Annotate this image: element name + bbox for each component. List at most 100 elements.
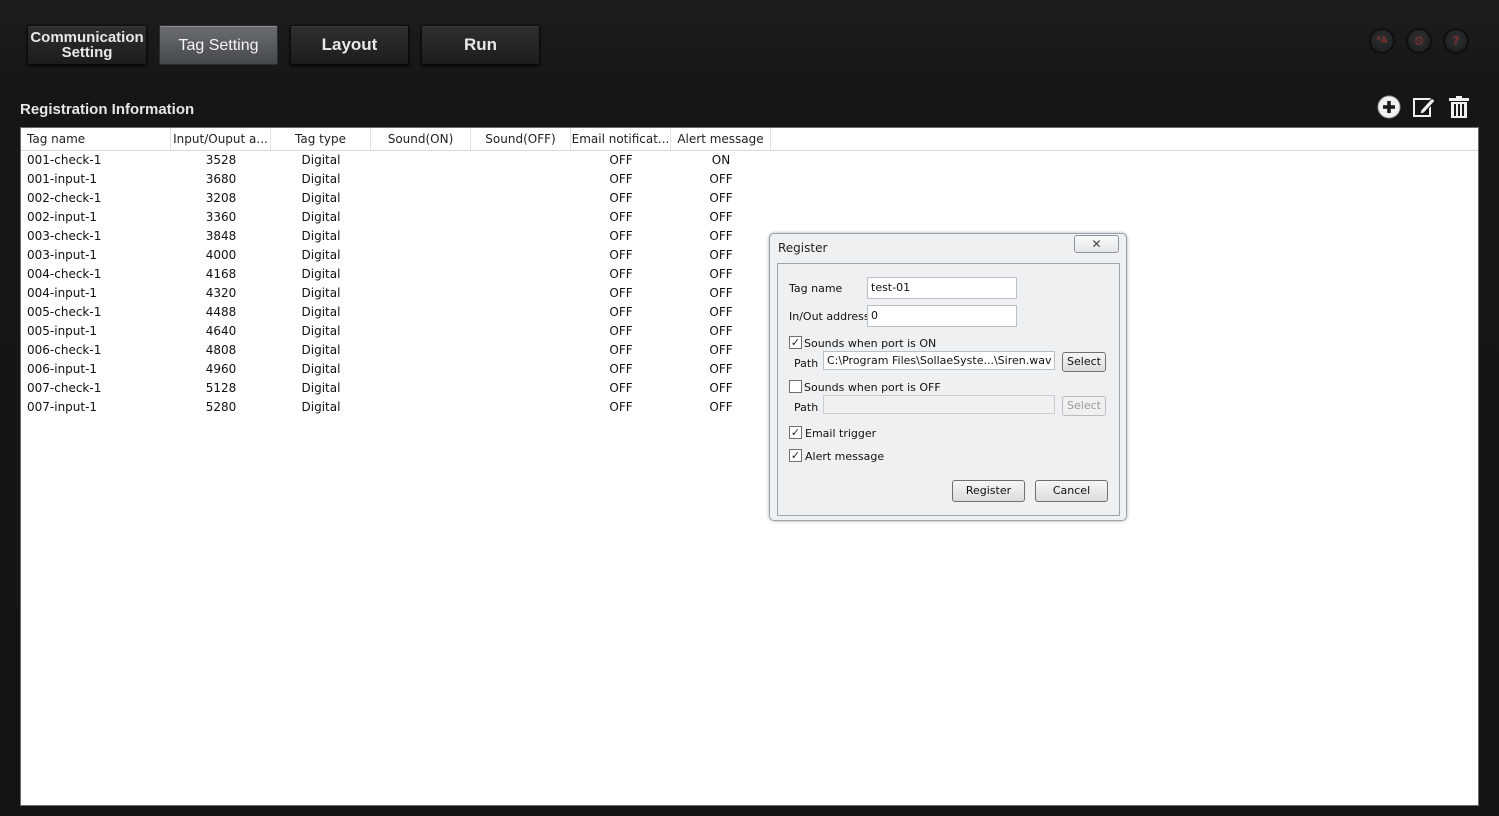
edit-icon[interactable] [1411,94,1437,120]
cell-tag-name: 006-check-1 [27,343,102,357]
address-input[interactable]: 0 [867,305,1017,327]
cell-tag-name: 002-input-1 [27,210,98,224]
add-icon[interactable] [1376,94,1402,120]
sound-off-path-input[interactable] [823,395,1055,414]
check-mark-icon: ✓ [790,336,801,349]
check-mark-icon: ✓ [790,449,801,462]
layout-label: Layout [321,35,378,54]
tag-setting-tab[interactable]: Tag Setting [159,25,278,65]
cancel-button[interactable]: Cancel [1035,480,1108,502]
column-header-io-address[interactable]: Input/Ouput a... [171,128,271,150]
cell-alert-message: OFF [709,305,733,319]
cell-sound-off [471,379,571,398]
cell-tag-name: 005-input-1 [27,324,98,338]
cell-sound-on [371,265,471,284]
cell-sound-off [471,265,571,284]
cell-sound-on [371,284,471,303]
cell-sound-on [371,227,471,246]
column-header-alert-message[interactable]: Alert message [671,128,771,150]
table-row[interactable]: 004-input-1 4320 Digital OFF OFF [21,284,1478,303]
help-icon-glyph: ? [1452,34,1460,48]
layout-tab[interactable]: Layout [290,25,409,65]
table-row[interactable]: 002-check-1 3208 Digital OFF OFF [21,189,1478,208]
language-icon-glyph: ᴬA [1376,36,1388,46]
table-row[interactable]: 002-input-1 3360 Digital OFF OFF [21,208,1478,227]
page-title: Registration Information [20,101,195,118]
column-header-email-notification[interactable]: Email notificat... [571,128,671,150]
cell-tag-type: Digital [301,343,341,357]
cell-tag-type: Digital [301,229,341,243]
cell-tag-name: 007-check-1 [27,381,102,395]
column-header-sound-on[interactable]: Sound(ON) [371,128,471,150]
cell-alert-message: OFF [709,343,733,357]
cell-sound-off [471,189,571,208]
table-row[interactable]: 004-check-1 4168 Digital OFF OFF [21,265,1478,284]
table-row[interactable]: 007-check-1 5128 Digital OFF OFF [21,379,1478,398]
cell-alert-message: OFF [709,210,733,224]
cell-tag-name: 004-check-1 [27,267,102,281]
cell-tag-type: Digital [301,210,341,224]
tag-name-input[interactable]: test-01 [867,277,1017,299]
cell-io-address: 4960 [205,362,237,376]
cell-sound-off [471,227,571,246]
cell-email-notification: OFF [609,400,633,414]
cell-email-notification: OFF [609,305,633,319]
table-row[interactable]: 001-input-1 3680 Digital OFF OFF [21,170,1478,189]
cell-sound-on [371,398,471,417]
email-trigger-checkbox[interactable]: ✓ [789,426,802,439]
table-row[interactable]: 005-input-1 4640 Digital OFF OFF [21,322,1478,341]
cell-email-notification: OFF [609,362,633,376]
cell-sound-off [471,303,571,322]
cell-sound-on [371,151,471,170]
sound-on-path-input[interactable]: C:\Program Files\SollaeSyste...\Siren.wa… [823,351,1055,370]
cell-sound-on [371,322,471,341]
check-mark-icon: ✓ [790,426,801,439]
table-row[interactable]: 006-input-1 4960 Digital OFF OFF [21,360,1478,379]
column-header-sound-off[interactable]: Sound(OFF) [471,128,571,150]
sound-on-select-button[interactable]: Select [1062,352,1106,372]
cell-tag-name: 006-input-1 [27,362,98,376]
run-tab[interactable]: Run [421,25,540,65]
table-row[interactable]: 001-check-1 3528 Digital OFF ON [21,151,1478,170]
cell-tag-type: Digital [301,267,341,281]
cell-tag-type: Digital [301,286,341,300]
cell-sound-on [371,303,471,322]
table-row[interactable]: 007-input-1 5280 Digital OFF OFF [21,398,1478,417]
sound-on-checkbox[interactable]: ✓ [789,336,802,349]
cell-alert-message: OFF [709,400,733,414]
table-row[interactable]: 003-check-1 3848 Digital OFF OFF [21,227,1478,246]
help-icon[interactable]: ? [1444,29,1468,53]
sound-off-select-button[interactable]: Select [1062,396,1106,416]
cell-io-address: 3360 [205,210,237,224]
column-header-tag-name[interactable]: Tag name [21,128,171,150]
cell-tag-name: 003-check-1 [27,229,102,243]
cell-sound-on [371,379,471,398]
cell-sound-on [371,360,471,379]
table-row[interactable]: 005-check-1 4488 Digital OFF OFF [21,303,1478,322]
cell-email-notification: OFF [609,248,633,262]
close-button[interactable]: ✕ [1074,235,1119,253]
sound-off-checkbox[interactable] [789,380,802,393]
tag-name-label: Tag name [789,282,843,295]
cell-tag-name: 001-input-1 [27,172,98,186]
cell-email-notification: OFF [609,381,633,395]
cell-tag-type: Digital [301,191,341,205]
cell-sound-off [471,170,571,189]
language-icon[interactable]: ᴬA [1370,29,1394,53]
cell-sound-off [471,208,571,227]
cell-tag-name: 001-check-1 [27,153,102,167]
communication-setting-label-line1: Communication [30,29,144,46]
gear-icon[interactable]: ⚙ [1407,29,1431,53]
cell-alert-message: OFF [709,362,733,376]
trash-icon[interactable] [1446,94,1472,120]
communication-setting-tab[interactable]: Communication Setting [27,25,147,65]
close-icon: ✕ [1091,237,1102,251]
alert-message-checkbox[interactable]: ✓ [789,449,802,462]
column-header-tag-type[interactable]: Tag type [271,128,371,150]
run-label: Run [463,35,498,54]
table-row[interactable]: 003-input-1 4000 Digital OFF OFF [21,246,1478,265]
register-button[interactable]: Register [952,480,1025,502]
cell-io-address: 4488 [205,305,237,319]
table-row[interactable]: 006-check-1 4808 Digital OFF OFF [21,341,1478,360]
alert-message-label: Alert message [805,450,885,463]
